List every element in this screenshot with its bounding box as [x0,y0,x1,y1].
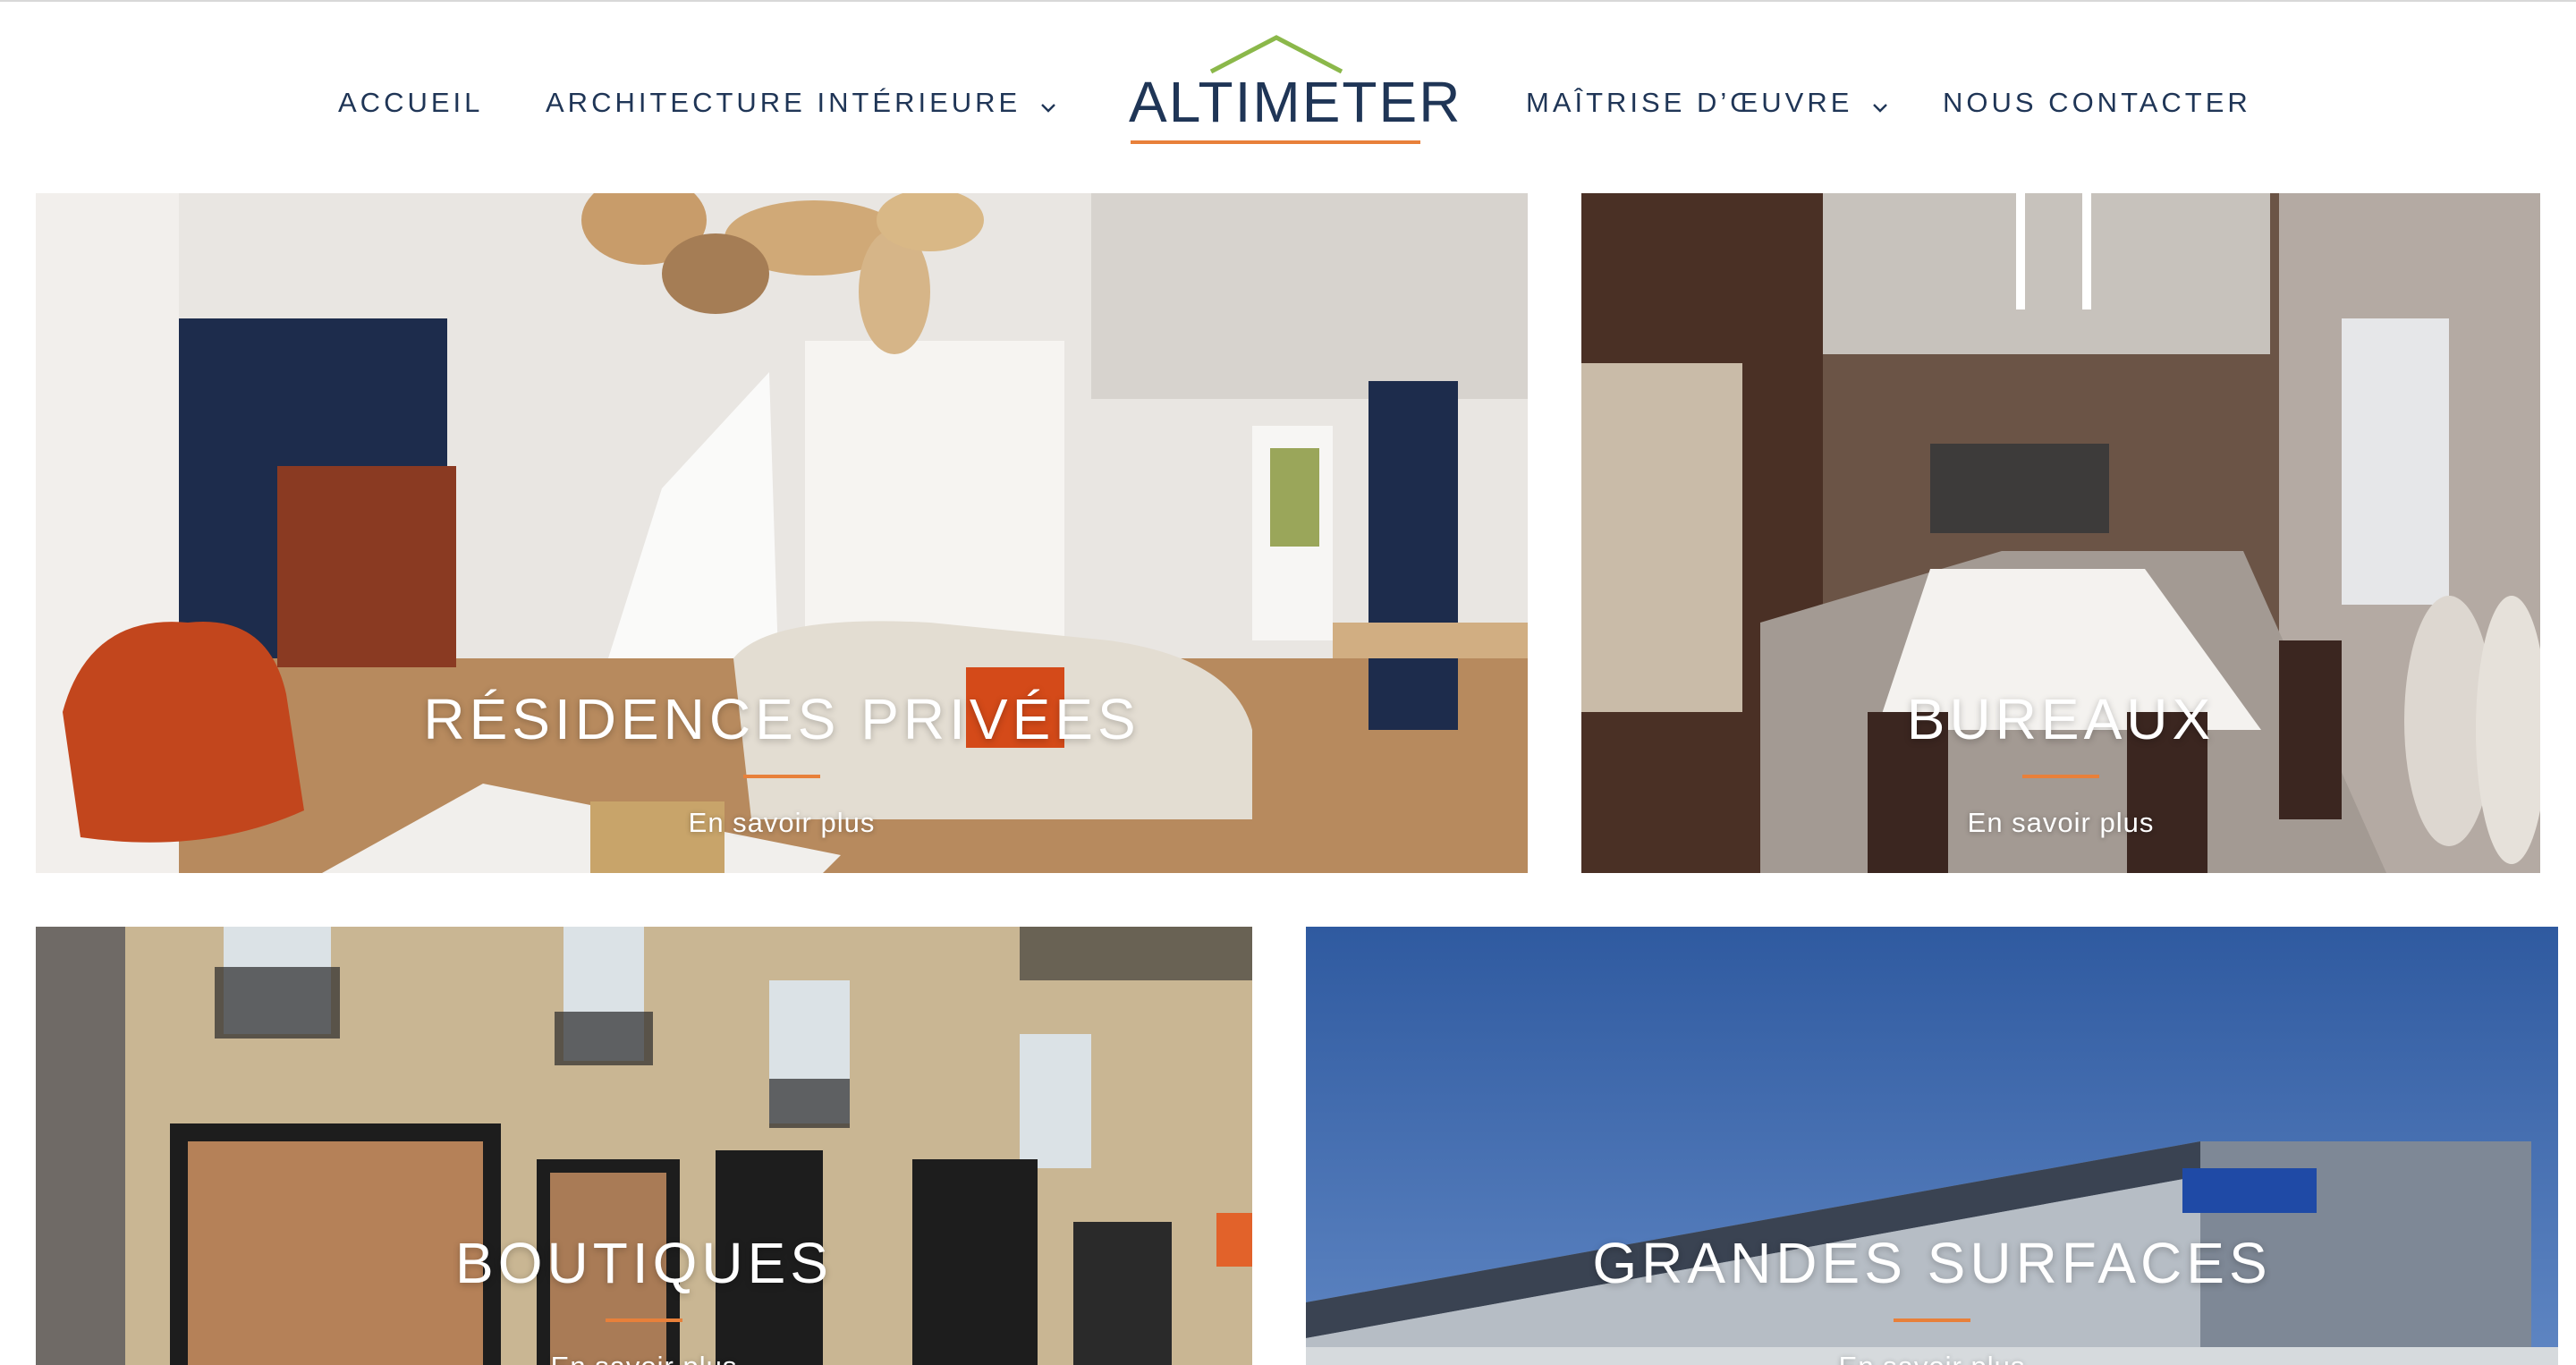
chevron-down-icon[interactable] [1040,89,1056,121]
chevron-down-icon[interactable] [1872,89,1888,121]
nav-accueil-label: ACCUEIL [338,87,484,118]
nav-accueil[interactable]: ACCUEIL [338,87,483,119]
en-savoir-plus-link[interactable]: En savoir plus [36,1351,1252,1365]
logo-wordmark: ALTIMETER [1129,70,1462,134]
tile-caption: GRANDES SURFACES En savoir plus [1306,1234,2558,1365]
tile-residences-privees[interactable]: RÉSIDENCES PRIVÉES En savoir plus [36,193,1528,873]
tile-accent-line [2022,775,2099,778]
en-savoir-plus-link[interactable]: En savoir plus [36,807,1528,839]
nav-architecture-interieure-label: ARCHITECTURE INTÉRIEURE [546,87,1021,118]
nav-maitrise-doeuvre[interactable]: MAÎTRISE D’ŒUVRE [1526,87,1888,121]
tile-accent-line [1894,1318,1970,1322]
tile-grandes-surfaces[interactable]: GRANDES SURFACES En savoir plus [1306,927,2558,1365]
tile-title: RÉSIDENCES PRIVÉES [423,687,1140,751]
tile-boutiques[interactable]: BOUTIQUES En savoir plus [36,927,1252,1365]
logo-underline [1131,140,1420,144]
tile-caption: RÉSIDENCES PRIVÉES En savoir plus [36,691,1528,839]
en-savoir-plus-link[interactable]: En savoir plus [1581,807,2540,839]
top-border [0,0,2576,2]
tile-title: BUREAUX [1906,687,2216,751]
en-savoir-plus-link[interactable]: En savoir plus [1306,1351,2558,1365]
nav-nous-contacter[interactable]: NOUS CONTACTER [1943,87,2251,119]
tile-title: BOUTIQUES [455,1231,833,1295]
logo[interactable]: ALTIMETER [1129,32,1462,148]
tile-title: GRANDES SURFACES [1592,1231,2272,1295]
tile-caption: BUREAUX En savoir plus [1581,691,2540,839]
tile-accent-line [606,1318,682,1322]
tile-caption: BOUTIQUES En savoir plus [36,1234,1252,1365]
tile-accent-line [743,775,820,778]
nav-architecture-interieure[interactable]: ARCHITECTURE INTÉRIEURE [546,87,1056,121]
tile-bureaux[interactable]: BUREAUX En savoir plus [1581,193,2540,873]
nav-maitrise-doeuvre-label: MAÎTRISE D’ŒUVRE [1526,87,1853,118]
nav-nous-contacter-label: NOUS CONTACTER [1943,87,2251,118]
